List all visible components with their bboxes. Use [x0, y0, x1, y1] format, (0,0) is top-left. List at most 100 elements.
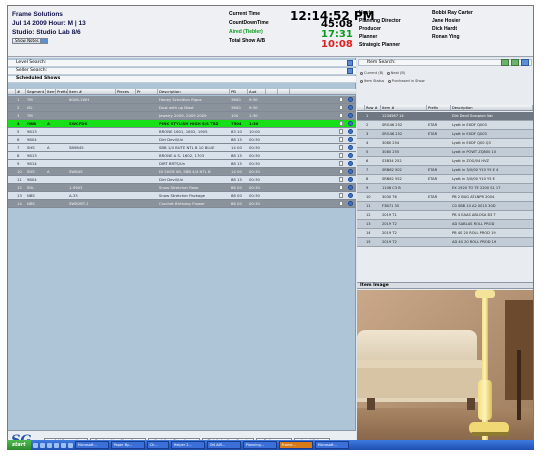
col-num[interactable]: # [16, 89, 26, 94]
quicklaunch-folder-icon[interactable] [53, 442, 59, 448]
quicklaunch-mail-icon[interactable] [46, 442, 52, 448]
rcol-prefix[interactable]: Prefix [427, 105, 451, 110]
item-search-go-button[interactable] [501, 59, 509, 66]
table-row[interactable]: 9 9814 DIRT BRTS/Un 88 15 00:30 [8, 160, 356, 168]
row-action-icon[interactable] [348, 169, 353, 174]
table-row[interactable]: 4 HBB A SWCFDK PINK STYLISH HIGH S/S TBZ 7504… [8, 120, 356, 128]
row-checkbox[interactable] [339, 153, 343, 158]
list-item[interactable]: 5 3080 255 Lyatt in POWT ZQ800 10 [357, 148, 533, 157]
table-row[interactable]: 3 TM Jewelry 2009, 2009 2009 100 1:30 [8, 112, 356, 120]
table-row[interactable]: 14 NBS SWB2BT-1 Crochet Birthday Flower 88 0… [8, 200, 356, 208]
list-item[interactable]: 3 SRG46 252 ETAR Lyatt in EXDF Q003 [357, 130, 533, 139]
table-row[interactable]: 6 9804 Dirt Devil/Un 88 15 00:30 [8, 136, 356, 144]
col-prefix[interactable]: Prefix [56, 89, 68, 94]
show-notes-icon[interactable] [40, 38, 48, 44]
taskbar-item-7[interactable]: Frame... [278, 441, 313, 449]
col-item[interactable]: Item [46, 89, 56, 94]
col-item-number[interactable]: Item # [68, 89, 116, 94]
item-search-options-button[interactable] [521, 59, 529, 66]
start-button[interactable]: start [7, 440, 31, 450]
radio-purchased[interactable] [387, 79, 391, 83]
row-checkbox[interactable] [339, 97, 343, 102]
row-action-icon[interactable] [348, 113, 353, 118]
taskbar-item-3[interactable]: Ch... [146, 441, 169, 449]
row-checkbox[interactable] [339, 201, 343, 206]
table-row[interactable]: 10 SHS A SWB4S DI SHOE 60, SBB 4/4 NTL B 14 0… [8, 168, 356, 176]
col-pieces[interactable]: Pieces [116, 89, 136, 94]
taskbar-item-4[interactable]: Helper 2... [170, 441, 205, 449]
radio-current[interactable] [360, 71, 363, 75]
taskbar-item-8[interactable]: Microsoft... [314, 441, 349, 449]
row-checkbox[interactable] [339, 113, 343, 118]
table-row[interactable]: 5 9813 BRONE 1601, 1602, 1905 83 10 10:00 [8, 128, 356, 136]
list-item[interactable]: 4 3080 254 Lyatt in EXDF Q00 Q3 [357, 139, 533, 148]
row-action-icon[interactable] [348, 161, 353, 166]
list-item[interactable]: 10 3030 T6 ETAR PB 2 BUG ATLNPR 2004 [357, 193, 533, 202]
table-row[interactable]: 1 TM 6006-1WH Honey Scholtion Rigos 3600 9:30 [8, 96, 356, 104]
rcol-description[interactable]: Description [451, 105, 533, 110]
row-action-icon[interactable] [348, 193, 353, 198]
table-row[interactable]: 7 SHS A SB9845 SBB 1/4 BUTE NTL B 10 BLUE 14 … [8, 144, 356, 152]
table-row[interactable]: 12 SHL 1-9903 Snow Stretcher Rose 88 00 00:30 [8, 184, 356, 192]
taskbar-item-2[interactable]: Paper By... [110, 441, 145, 449]
level-search-field[interactable]: Level Search: [8, 60, 356, 67]
row-checkbox[interactable] [339, 121, 343, 126]
row-action-icon[interactable] [348, 145, 353, 150]
list-item[interactable]: 1 1234567 14 Dirt Devil Scorpion Vac [357, 112, 533, 121]
row-action-icon[interactable] [348, 153, 353, 158]
col-aud[interactable]: Aud [248, 89, 266, 94]
col-description[interactable]: Description [158, 89, 230, 94]
col-pb[interactable]: PB [230, 89, 248, 94]
quicklaunch-desktop-icon[interactable] [39, 442, 45, 448]
list-item[interactable]: 9 1106 C3 B EX 1920 TO TE 2200 S1 1T [357, 184, 533, 193]
row-checkbox[interactable] [339, 105, 343, 110]
quicklaunch-ie-icon[interactable] [32, 442, 38, 448]
row-checkbox[interactable] [339, 193, 343, 198]
row-action-icon[interactable] [348, 185, 353, 190]
row-action-icon[interactable] [348, 97, 353, 102]
item-search-clear-button[interactable] [511, 59, 519, 66]
list-item[interactable]: 8 SRB62 552 ETAR Lyatt in 3/0/00 Y10 Y5 E [357, 175, 533, 184]
list-item[interactable]: 6 S3B34 252 Lyatt in ZOG/04 HVZ [357, 157, 533, 166]
taskbar-item-5[interactable]: ON AIR... [206, 441, 241, 449]
radio-next[interactable] [386, 71, 390, 75]
level-search-button[interactable] [347, 60, 353, 66]
col-segment[interactable]: Segment [26, 89, 46, 94]
row-checkbox[interactable] [339, 185, 343, 190]
quicklaunch-media-icon[interactable] [60, 442, 66, 448]
row-action-icon[interactable] [348, 201, 353, 206]
row-action-icon[interactable] [348, 137, 353, 142]
radio-item-status[interactable] [360, 79, 363, 83]
col-pr[interactable]: Pr [136, 89, 158, 94]
show-notes-button[interactable]: Show Notes [12, 38, 42, 44]
list-item[interactable]: 13 2019 T2 AD SABLAS ROLL PROD [357, 220, 533, 229]
row-checkbox[interactable] [339, 177, 343, 182]
row-checkbox[interactable] [339, 161, 343, 166]
list-item[interactable]: 14 2019 T2 PB 4S 20 ROLL PROD 19 [357, 229, 533, 238]
row-action-icon[interactable] [348, 105, 353, 110]
rcol-marker[interactable] [357, 105, 365, 110]
table-row[interactable]: 11 9804 Dirt Devil/Un 88 15 00:30 [8, 176, 356, 184]
seller-search-field[interactable]: Seller Search: [8, 68, 356, 75]
row-action-icon[interactable] [348, 129, 353, 134]
table-row[interactable]: 2 ISL Dust with up Blast 3600 9:30 [8, 104, 356, 112]
quicklaunch-app-icon[interactable] [67, 442, 73, 448]
row-checkbox[interactable] [339, 137, 343, 142]
taskbar-item-6[interactable]: Planning... [242, 441, 277, 449]
list-item[interactable]: 12 2019 T1 PB 4 EAAS ABLOSA B3 T [357, 211, 533, 220]
row-action-icon[interactable] [348, 177, 353, 182]
row-checkbox[interactable] [339, 145, 343, 150]
table-row[interactable]: 13 NBS A-33 Snow Stretcher Package 88 00 00:3… [8, 192, 356, 200]
list-item[interactable]: 11 F3B71 35 C0 SBB 10 A2 0015 30D [357, 202, 533, 211]
list-item[interactable]: 7 SRB62 502 ETAR Lyatt in 3/0/00 Y10 Y5 E 4 [357, 166, 533, 175]
row-checkbox[interactable] [339, 129, 343, 134]
table-row[interactable]: 8 9813 BRONE A S- 1602, 1703 88 15 00:30 [8, 152, 356, 160]
row-action-icon[interactable] [348, 121, 353, 126]
taskbar-item-1[interactable]: Microsoft... [74, 441, 109, 449]
rcol-item[interactable]: Item # [381, 105, 427, 110]
rcol-row[interactable]: Row # [365, 105, 381, 110]
seller-search-button[interactable] [347, 68, 353, 74]
list-item[interactable]: 15 2019 T2 AD 4S 20 ROLL PROD 19 [357, 238, 533, 247]
col-marker[interactable] [8, 89, 16, 94]
list-item[interactable]: 2 SRG46 252 ETAR Lyatt in EXDF Q003 [357, 121, 533, 130]
